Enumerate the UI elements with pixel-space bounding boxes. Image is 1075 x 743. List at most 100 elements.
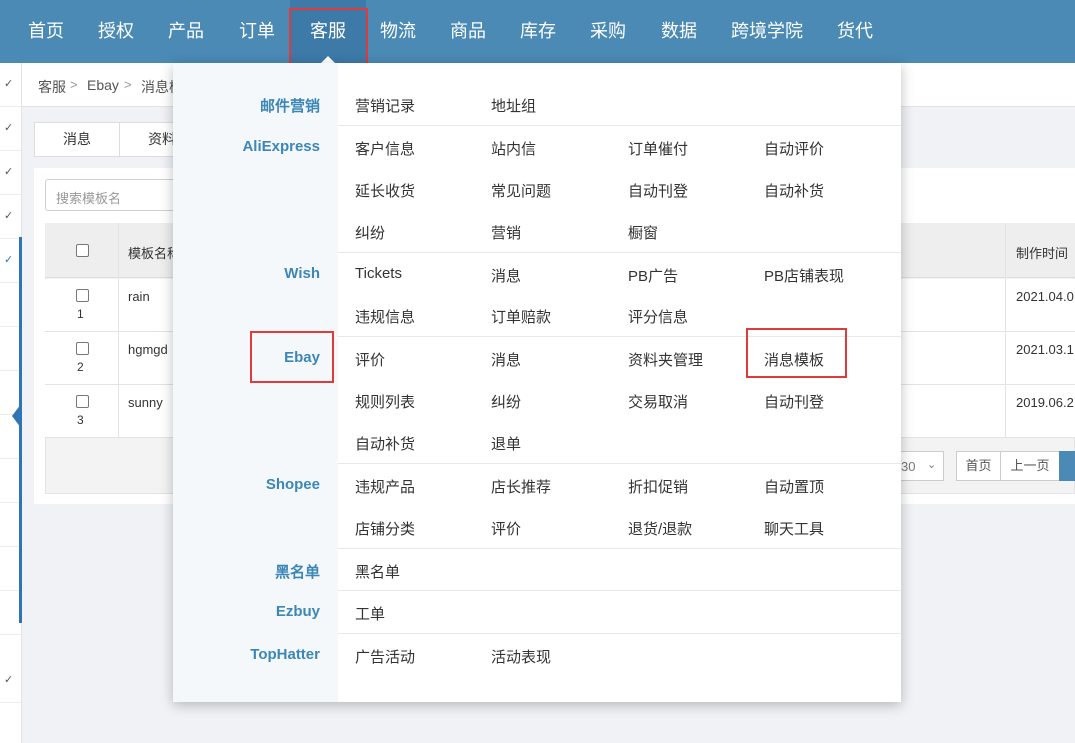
row-checkbox[interactable] — [76, 289, 89, 302]
sidebar-row[interactable] — [0, 327, 21, 371]
row-index: 3 — [77, 413, 84, 427]
menu-item[interactable]: 自动刊登 — [628, 180, 688, 201]
column-divider — [118, 385, 119, 438]
menu-item[interactable]: 店铺分类 — [355, 518, 415, 539]
menu-category-ebay: Ebay — [284, 349, 320, 366]
menu-item[interactable]: 自动评价 — [764, 138, 824, 159]
menu-item[interactable]: 退单 — [491, 433, 521, 454]
row-template-name: sunny — [128, 395, 163, 410]
menu-item[interactable]: 消息 — [491, 349, 521, 370]
menu-item[interactable]: 广告活动 — [355, 646, 415, 667]
menu-item[interactable]: 评价 — [355, 349, 385, 370]
row-index: 1 — [77, 307, 84, 321]
menu-item[interactable]: 店长推荐 — [491, 476, 551, 497]
sidebar-row[interactable]: ✓ — [0, 63, 21, 107]
menu-item[interactable]: 营销记录 — [355, 95, 415, 116]
tab-messages[interactable]: 消息 — [34, 122, 120, 157]
check-icon: ✓ — [4, 166, 14, 178]
sidebar-row[interactable]: ✓ — [0, 659, 21, 703]
check-icon: ✓ — [4, 674, 14, 686]
menu-item[interactable]: 自动置顶 — [764, 476, 824, 497]
row-checkbox[interactable] — [76, 395, 89, 408]
breadcrumb-item[interactable]: 客服 — [38, 77, 66, 97]
customer-service-dropdown: 邮件营销 AliExpress Wish Ebay Shopee 黑名单 Ezb… — [173, 63, 901, 702]
menu-item[interactable]: 聊天工具 — [764, 518, 824, 539]
menu-item[interactable]: 资料夹管理 — [628, 349, 703, 370]
sidebar-row[interactable] — [0, 459, 21, 503]
nav-goods[interactable]: 商品 — [450, 0, 486, 63]
nav-logistics[interactable]: 物流 — [380, 0, 416, 63]
menu-item[interactable]: 常见问题 — [491, 180, 551, 201]
breadcrumb-item[interactable]: Ebay — [87, 77, 119, 93]
menu-item[interactable]: PB店铺表现 — [764, 265, 844, 286]
menu-item[interactable]: 规则列表 — [355, 391, 415, 412]
menu-item[interactable]: 违规信息 — [355, 306, 415, 327]
menu-item[interactable]: 地址组 — [491, 95, 536, 116]
select-all-checkbox[interactable] — [76, 244, 89, 257]
menu-item[interactable]: 自动刊登 — [764, 391, 824, 412]
menu-item[interactable]: 订单催付 — [628, 138, 688, 159]
first-page-button[interactable]: 首页 — [956, 451, 1001, 481]
menu-item[interactable]: 违规产品 — [355, 476, 415, 497]
current-page-button[interactable] — [1059, 451, 1075, 481]
menu-item[interactable]: 自动补货 — [355, 433, 415, 454]
menu-item[interactable]: 评价 — [491, 518, 521, 539]
sidebar-row[interactable] — [0, 591, 21, 635]
menu-item[interactable]: Tickets — [355, 265, 402, 282]
menu-item[interactable]: 消息 — [491, 265, 521, 286]
nav-orders[interactable]: 订单 — [239, 0, 275, 63]
menu-item[interactable]: 折扣促销 — [628, 476, 688, 497]
nav-customer-service[interactable]: 客服 — [290, 0, 366, 63]
menu-item[interactable]: 纠纷 — [491, 391, 521, 412]
nav-purchase[interactable]: 采购 — [590, 0, 626, 63]
nav-academy[interactable]: 跨境学院 — [731, 0, 803, 63]
row-index: 2 — [77, 360, 84, 374]
sidebar-row[interactable] — [0, 283, 21, 327]
menu-item[interactable]: 订单赔款 — [491, 306, 551, 327]
chevron-down-icon: ⌄ — [927, 459, 937, 471]
sidebar-row[interactable]: ✓ — [0, 151, 21, 195]
sidebar-row[interactable]: ✓ — [0, 239, 21, 283]
menu-item-message-template[interactable]: 消息模板 — [764, 349, 824, 370]
menu-divider — [338, 463, 901, 464]
sidebar-row[interactable] — [0, 503, 21, 547]
nav-inventory[interactable]: 库存 — [520, 0, 556, 63]
menu-divider — [338, 125, 901, 126]
menu-item[interactable]: 纠纷 — [355, 222, 385, 243]
nav-home[interactable]: 首页 — [28, 0, 64, 63]
column-divider — [118, 279, 119, 332]
menu-category-ezbuy: Ezbuy — [275, 603, 320, 620]
sidebar-collapse-icon[interactable] — [12, 404, 21, 428]
nav-products[interactable]: 产品 — [168, 0, 204, 63]
menu-item[interactable]: 橱窗 — [628, 222, 658, 243]
menu-category-tophatter: TopHatter — [250, 646, 320, 663]
nav-forwarder[interactable]: 货代 — [837, 0, 873, 63]
search-input[interactable]: 搜索模板名 — [45, 179, 185, 211]
sidebar-row[interactable]: ✓ — [0, 107, 21, 151]
sidebar-row[interactable] — [0, 547, 21, 591]
nav-data[interactable]: 数据 — [661, 0, 697, 63]
menu-item[interactable]: 自动补货 — [764, 180, 824, 201]
menu-divider — [338, 590, 901, 591]
menu-item[interactable]: 黑名单 — [355, 561, 400, 582]
nav-auth[interactable]: 授权 — [98, 0, 134, 63]
menu-category-email-marketing: 邮件营销 — [259, 98, 320, 115]
page-size-select[interactable]: 30 ⌄ — [897, 451, 944, 481]
menu-divider — [338, 548, 901, 549]
menu-item[interactable]: 客户信息 — [355, 138, 415, 159]
row-checkbox[interactable] — [76, 342, 89, 355]
menu-item[interactable]: 退货/退款 — [628, 518, 692, 539]
sidebar-active-bar — [19, 237, 22, 623]
menu-item[interactable]: 交易取消 — [628, 391, 688, 412]
menu-item[interactable]: 活动表现 — [491, 646, 551, 667]
menu-category-wish: Wish — [284, 265, 320, 282]
prev-page-button[interactable]: 上一页 — [1000, 451, 1060, 481]
menu-item[interactable]: 站内信 — [491, 138, 536, 159]
row-template-name: hgmgd — [128, 342, 168, 357]
menu-item[interactable]: 评分信息 — [628, 306, 688, 327]
sidebar-row[interactable]: ✓ — [0, 195, 21, 239]
menu-item[interactable]: PB广告 — [628, 265, 678, 286]
menu-item[interactable]: 营销 — [491, 222, 521, 243]
menu-item[interactable]: 工单 — [355, 603, 385, 624]
menu-item[interactable]: 延长收货 — [355, 180, 415, 201]
